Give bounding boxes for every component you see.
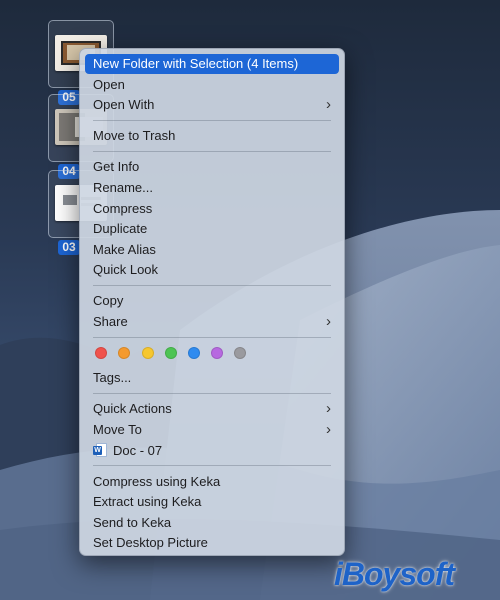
menu-item-label: Rename... bbox=[93, 180, 153, 195]
menu-separator bbox=[93, 465, 331, 466]
menu-item-extract-using-keka[interactable]: Extract using Keka bbox=[85, 492, 339, 512]
menu-item-quick-actions[interactable]: Quick Actions › bbox=[85, 399, 339, 419]
menu-item-label: Make Alias bbox=[93, 242, 156, 257]
menu-separator bbox=[93, 120, 331, 121]
menu-item-label: Compress bbox=[93, 201, 153, 216]
menu-item-label: Copy bbox=[93, 293, 124, 308]
chevron-right-icon: › bbox=[326, 421, 331, 438]
word-document-icon: W bbox=[93, 443, 107, 457]
menu-item-compress-using-keka[interactable]: Compress using Keka bbox=[85, 472, 339, 492]
menu-item-label: Duplicate bbox=[93, 221, 148, 236]
menu-item-copy[interactable]: Copy bbox=[85, 291, 339, 311]
tag-yellow-dot[interactable] bbox=[142, 347, 154, 359]
menu-item-label: Share bbox=[93, 314, 128, 329]
chevron-right-icon: › bbox=[326, 96, 331, 113]
menu-item-compress[interactable]: Compress bbox=[85, 199, 339, 219]
menu-item-label: Quick Look bbox=[93, 262, 159, 277]
menu-item-label: Extract using Keka bbox=[93, 494, 202, 509]
menu-item-move-to[interactable]: Move To › bbox=[85, 420, 339, 440]
menu-item-label: Open bbox=[93, 77, 125, 92]
menu-item-duplicate[interactable]: Duplicate bbox=[85, 219, 339, 239]
menu-item-move-to-trash[interactable]: Move to Trash bbox=[85, 126, 339, 146]
menu-item-doc-07[interactable]: W Doc - 07 bbox=[85, 441, 339, 461]
chevron-right-icon: › bbox=[326, 313, 331, 330]
tag-blue-dot[interactable] bbox=[188, 347, 200, 359]
menu-separator bbox=[93, 151, 331, 152]
tag-gray-dot[interactable] bbox=[234, 347, 246, 359]
menu-item-send-to-keka[interactable]: Send to Keka bbox=[85, 513, 339, 533]
context-menu: New Folder with Selection (4 Items) Open… bbox=[79, 48, 345, 556]
menu-separator bbox=[93, 337, 331, 338]
menu-item-label: Tags... bbox=[93, 370, 132, 385]
menu-item-label: Open With bbox=[93, 97, 155, 112]
tag-orange-dot[interactable] bbox=[118, 347, 130, 359]
tag-green-dot[interactable] bbox=[165, 347, 177, 359]
menu-item-quick-look[interactable]: Quick Look bbox=[85, 260, 339, 280]
menu-item-tags[interactable]: Tags... bbox=[85, 368, 339, 388]
menu-item-label: Send to Keka bbox=[93, 515, 172, 530]
menu-item-label: Doc - 07 bbox=[113, 443, 163, 458]
tag-red-dot[interactable] bbox=[95, 347, 107, 359]
tag-purple-dot[interactable] bbox=[211, 347, 223, 359]
menu-separator bbox=[93, 285, 331, 286]
menu-item-label: New Folder with Selection (4 Items) bbox=[93, 56, 299, 71]
chevron-right-icon: › bbox=[326, 400, 331, 417]
menu-item-label: Get Info bbox=[93, 159, 140, 174]
desktop-background: 05 04 03 New Folder with Selection (4 It… bbox=[0, 0, 500, 600]
menu-item-set-desktop-picture[interactable]: Set Desktop Picture bbox=[85, 533, 339, 553]
menu-item-new-folder-with-selection[interactable]: New Folder with Selection (4 Items) bbox=[85, 54, 339, 74]
menu-item-rename[interactable]: Rename... bbox=[85, 178, 339, 198]
menu-item-share[interactable]: Share › bbox=[85, 312, 339, 332]
menu-item-label: Move To bbox=[93, 422, 142, 437]
menu-item-make-alias[interactable]: Make Alias bbox=[85, 240, 339, 260]
menu-item-label: Move to Trash bbox=[93, 128, 176, 143]
menu-item-open-with[interactable]: Open With › bbox=[85, 95, 339, 115]
menu-separator bbox=[93, 393, 331, 394]
menu-item-get-info[interactable]: Get Info bbox=[85, 157, 339, 177]
file-name-label: 03 bbox=[58, 240, 80, 255]
iboysoft-watermark-logo: iBoysoft bbox=[334, 556, 455, 592]
menu-item-label: Set Desktop Picture bbox=[93, 535, 208, 550]
menu-item-label: Quick Actions bbox=[93, 401, 172, 416]
menu-item-open[interactable]: Open bbox=[85, 75, 339, 95]
menu-item-label: Compress using Keka bbox=[93, 474, 221, 489]
